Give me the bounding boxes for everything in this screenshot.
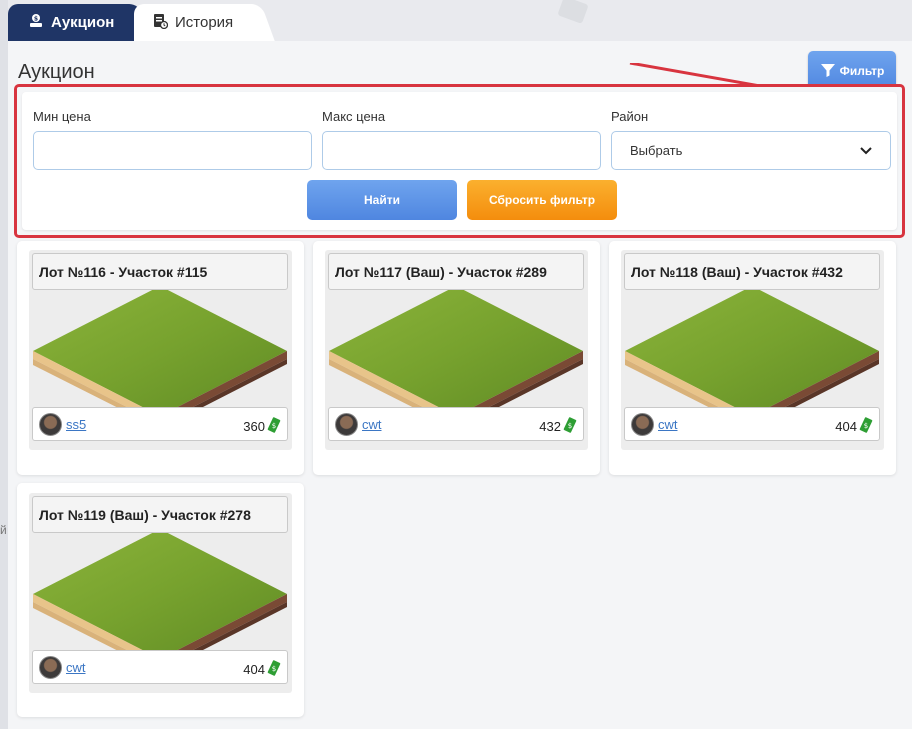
tab-auction-label: Аукцион [51,14,115,31]
land-plot-image [29,519,292,669]
min-price-input[interactable] [33,131,312,170]
lot-price: 404 $ [835,417,873,436]
tab-history-label: История [175,14,234,31]
price-value: 360 [243,419,265,434]
svg-text:$: $ [864,422,868,430]
background-map [0,0,8,729]
price-value: 404 [243,662,265,677]
money-icon: $ [267,417,281,436]
filter-button-label: Фильтр [839,64,885,78]
avatar [335,413,358,436]
lot-footer: cwt 404 $ [624,407,880,441]
funnel-icon [820,62,836,81]
chevron-down-icon [860,143,872,158]
lot-card[interactable]: Лот №116 - Участок #115 ss5 360 $ [17,241,304,475]
tab-bar: $ Аукцион История [8,4,256,41]
lot-footer: cwt 432 $ [328,407,584,441]
lot-title: Лот №117 (Ваш) - Участок #289 [328,253,584,290]
lot-title: Лот №118 (Ваш) - Участок #432 [624,253,880,290]
lot-card[interactable]: Лот №119 (Ваш) - Участок #278 cwt 404 $ [17,483,304,717]
filter-form: Мин цена Макс цена Район Выбрать Найти С… [22,92,897,230]
seller-link[interactable]: cwt [658,417,678,432]
background-decoration [557,0,589,24]
reset-filter-button[interactable]: Сбросить фильтр [467,180,617,220]
money-icon: $ [563,417,577,436]
svg-text:$: $ [272,422,276,430]
lot-price: 432 $ [539,417,577,436]
min-price-label: Мин цена [33,109,91,124]
lot-price: 404 $ [243,660,281,679]
seller-link[interactable]: cwt [362,417,382,432]
land-plot-image [621,276,884,426]
svg-text:$: $ [272,665,276,673]
district-select[interactable]: Выбрать [611,131,891,170]
tab-history[interactable]: История [134,4,256,41]
seller-link[interactable]: ss5 [66,417,86,432]
land-plot-image [29,276,292,426]
svg-text:$: $ [568,422,572,430]
seller-link[interactable]: cwt [66,660,86,675]
history-icon [152,13,169,33]
price-value: 432 [539,419,561,434]
auction-icon: $ [28,13,44,33]
district-label: Район [611,109,649,124]
filter-highlight-box: Мин цена Макс цена Район Выбрать Найти С… [14,84,905,238]
svg-text:$: $ [34,15,38,22]
lot-card-inner: Лот №116 - Участок #115 ss5 360 $ [29,250,292,450]
lot-card-inner: Лот №119 (Ваш) - Участок #278 cwt 404 $ [29,493,292,693]
find-button[interactable]: Найти [307,180,457,220]
money-icon: $ [267,660,281,679]
lot-price: 360 $ [243,417,281,436]
land-plot-image [325,276,588,426]
avatar [631,413,654,436]
price-value: 404 [835,419,857,434]
lot-footer: cwt 404 $ [32,650,288,684]
lot-title: Лот №119 (Ваш) - Участок #278 [32,496,288,533]
lot-title: Лот №116 - Участок #115 [32,253,288,290]
lot-footer: ss5 360 $ [32,407,288,441]
tab-auction[interactable]: $ Аукцион [8,4,134,41]
max-price-label: Макс цена [322,109,386,124]
avatar [39,413,62,436]
lot-card-inner: Лот №118 (Ваш) - Участок #432 cwt 404 $ [621,250,884,450]
avatar [39,656,62,679]
district-selected-value: Выбрать [630,143,683,158]
lot-card[interactable]: Лот №118 (Ваш) - Участок #432 cwt 404 $ [609,241,896,475]
background-text-fragment: й [0,523,7,537]
lot-card-inner: Лот №117 (Ваш) - Участок #289 cwt 432 $ [325,250,588,450]
lot-card[interactable]: Лот №117 (Ваш) - Участок #289 cwt 432 $ [313,241,600,475]
page-title: Аукцион [18,61,95,83]
money-icon: $ [859,417,873,436]
max-price-input[interactable] [322,131,601,170]
